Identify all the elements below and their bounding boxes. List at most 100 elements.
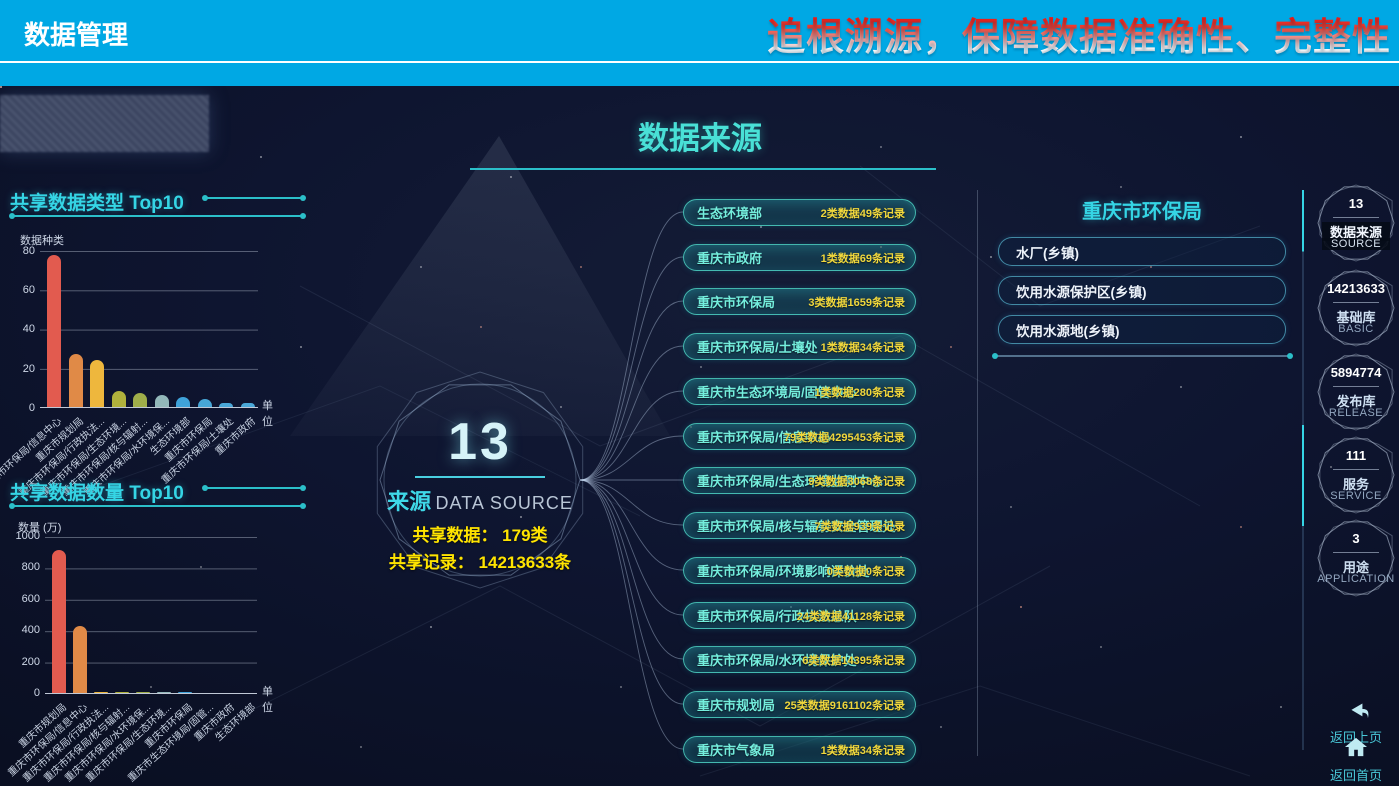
badge-divider [1333,469,1379,470]
bar [219,403,233,407]
node-badge: 6类数据14395条记录 [802,652,905,668]
panel-underline [995,355,1290,357]
source-node[interactable]: 重庆市环保局/土壤处 1类数据34条记录 [683,333,916,360]
bar [241,403,255,407]
hub-label-cn: 来源 [387,489,431,514]
detail-item-label: 水厂(乡镇) [1016,242,1079,262]
badge-value: 14213633 [1316,281,1396,296]
node-badge: 0类数据0条记录 [827,563,905,579]
source-node[interactable]: 重庆市环保局/核与辐射安全管理处 7类数据939条记录 [683,512,916,539]
bar [136,692,150,693]
dashboard: 数据来源 共享数据类型 Top10 数据种类 80 60 40 20 0 重庆市… [0,86,1399,786]
node-label: 重庆市环保局 [697,292,775,311]
header: 数据管理 追根溯源，保障数据准确性、完整性 [0,0,1399,86]
badge-label-en: RELEASE [1316,407,1396,419]
home-button[interactable]: 返回首页 [1318,736,1394,784]
node-label: 重庆市政府 [697,248,762,267]
badge-label-en: APPLICATION [1316,573,1396,585]
ytick: 0 [9,402,35,414]
badge-value: 3 [1316,531,1396,546]
page: 数据管理 追根溯源，保障数据准确性、完整性 数据来源 共享数据类型 Top10 … [0,0,1399,786]
rail-badge-release[interactable]: 5894774 发布库 RELEASE [1316,352,1396,438]
source-node[interactable]: 重庆市气象局 1类数据34条记录 [683,736,916,763]
chart-types-title: 共享数据类型 Top10 [10,188,184,215]
rail-badge-application[interactable]: 3 用途 APPLICATION [1316,518,1396,604]
ytick: 400 [6,624,40,636]
app-title: 数据管理 [24,15,128,52]
source-node[interactable]: 重庆市政府 1类数据69条记录 [683,244,916,271]
node-badge: 7类数据939条记录 [815,518,905,534]
node-badge: 9类数据3068条记录 [808,473,905,489]
bar [176,397,190,407]
source-hub: 13 来源 DATA SOURCE 共享数据： 179类 共享记录： 14213… [370,412,590,573]
source-node[interactable]: 重庆市环保局/信息中心 79类数据4295453条记录 [683,423,916,450]
node-badge: 2类数据49条记录 [821,205,905,221]
rail-accent-line [1302,190,1304,750]
chart-volume-plot: 1000 800 600 400 200 0 重庆市规划局 重庆市环保局/信息中… [45,537,257,694]
rail-badge-basic[interactable]: 14213633 基础库 BASIC [1316,268,1396,354]
node-label: 重庆市气象局 [697,740,775,759]
fan-connectors [560,190,700,770]
source-node[interactable]: 重庆市规划局 25类数据9161102条记录 [683,691,916,718]
home-button-label: 返回首页 [1318,765,1394,784]
detail-item[interactable]: 水厂(乡镇) [998,237,1286,266]
source-node[interactable]: 重庆市环保局/环境影响评价处 0类数据0条记录 [683,557,916,584]
source-node[interactable]: 重庆市环保局/生态环境监测中心 9类数据3068条记录 [683,467,916,494]
source-node[interactable]: 重庆市环保局 3类数据1659条记录 [683,288,916,315]
badge-divider [1333,552,1379,553]
bar [69,354,83,407]
rail-badge-source[interactable]: 13 数据来源 SOURCE [1316,183,1396,269]
source-node[interactable]: 重庆市环保局/水环境保护处 6类数据14395条记录 [683,646,916,673]
badge-label-en: SOURCE [1322,238,1390,250]
bar [157,692,171,693]
badge-value: 13 [1316,196,1396,211]
ytick: 600 [6,593,40,605]
rail-badge-service[interactable]: 111 服务 SERVICE [1316,435,1396,521]
ytick: 200 [6,656,40,668]
source-node[interactable]: 重庆市环保局/行政执法总队 24类数据41128条记录 [683,602,916,629]
ytick: 800 [6,561,40,573]
home-icon [1344,736,1368,758]
bar [94,692,108,693]
badge-value: 111 [1316,448,1396,463]
header-divider [0,61,1399,63]
node-badge: 3类数据1659条记录 [808,294,905,310]
node-label: 重庆市环保局/土壤处 [697,337,818,356]
ytick: 20 [9,363,35,375]
detail-item-label: 饮用水源地(乡镇) [1016,320,1120,340]
page-title: 数据来源 [560,113,840,158]
node-badge: 24类数据41128条记录 [797,608,905,624]
bar [198,399,212,407]
node-badge: 1类数据69条记录 [821,250,905,266]
redacted-logo [0,95,209,152]
bar [73,626,87,693]
node-badge: 79类数据4295453条记录 [784,429,905,445]
source-node[interactable]: 重庆市生态环境局/固管中心 1类数据280条记录 [683,378,916,405]
ytick: 40 [9,323,35,335]
detail-item[interactable]: 饮用水源保护区(乡镇) [998,276,1286,305]
deco-line [205,487,303,489]
badge-label-en: BASIC [1316,323,1396,335]
chart-types-plot: 80 60 40 20 0 重庆市环保局/信息中心 重庆市规划局 重庆市环保局/… [40,251,258,408]
deco-line [205,197,303,199]
node-label: 重庆市规划局 [697,695,775,714]
badge-divider [1333,386,1379,387]
node-badge: 25类数据9161102条记录 [785,697,905,713]
detail-item-label: 饮用水源保护区(乡镇) [1016,281,1147,301]
xaxis-unit: 单位 [262,397,273,429]
badge-label-en: SERVICE [1316,490,1396,502]
badge-value: 5894774 [1316,365,1396,380]
bar [47,255,61,407]
xaxis-unit: 单位 [262,683,273,715]
source-node[interactable]: 生态环境部 2类数据49条记录 [683,199,916,226]
detail-item[interactable]: 饮用水源地(乡镇) [998,315,1286,344]
bar [90,360,104,407]
ytick: 80 [9,245,35,257]
stat-shared-types: 共享数据： 179类 [370,521,590,546]
bar [133,393,147,407]
ytick: 0 [6,687,40,699]
panel-divider-left [977,190,978,756]
badge-divider [1333,302,1379,303]
hub-label: 来源 DATA SOURCE [370,484,590,516]
bar [112,391,126,407]
